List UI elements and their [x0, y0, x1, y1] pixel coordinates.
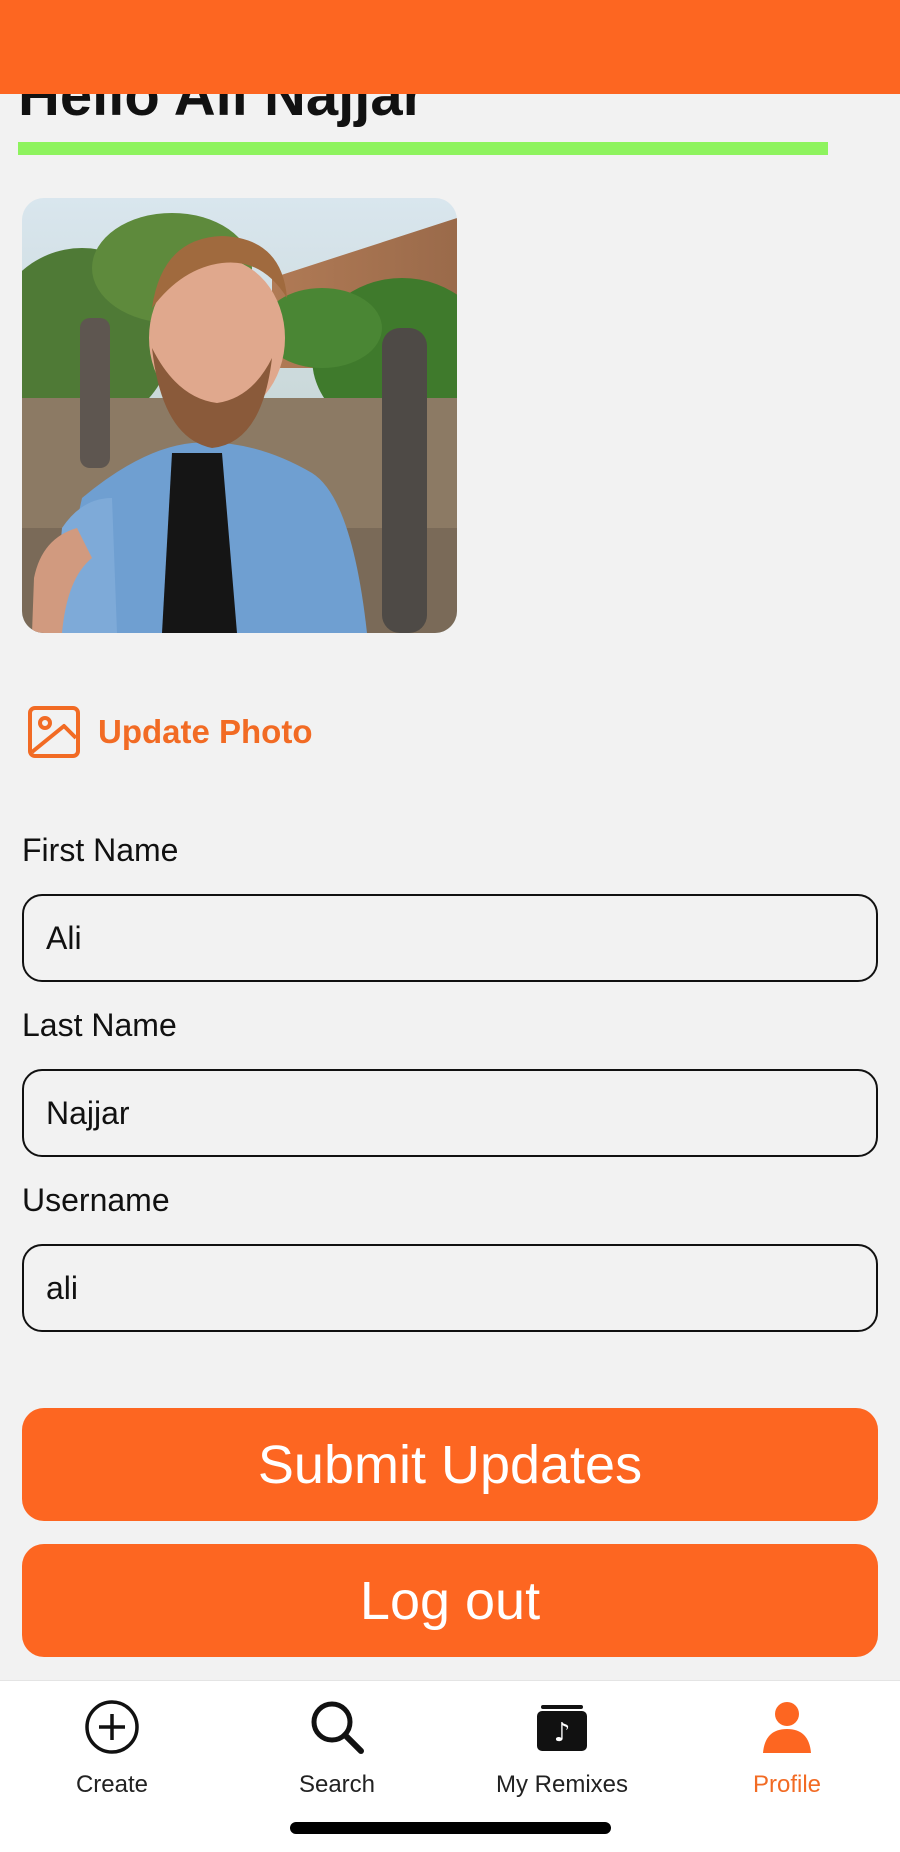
update-photo-button[interactable]: Update Photo [26, 704, 312, 760]
music-box-icon: ♪ [537, 1705, 587, 1751]
first-name-label: First Name [22, 832, 179, 868]
svg-text:♪: ♪ [554, 1718, 571, 1748]
search-icon [311, 1701, 364, 1754]
tab-create[interactable]: Create [22, 1691, 202, 1801]
image-icon [28, 706, 80, 758]
top-bar [0, 0, 900, 94]
tab-profile-label: Profile [752, 1771, 822, 1798]
submit-updates-button[interactable]: Submit Updates [22, 1408, 878, 1521]
tab-profile[interactable]: Profile [697, 1691, 877, 1801]
update-photo-label: Update Photo [98, 713, 313, 750]
progress-bar [18, 142, 828, 155]
progress-fill [18, 142, 828, 155]
first-name-field[interactable] [22, 894, 878, 982]
tab-search-label: Search [298, 1771, 376, 1798]
username-label: Username [22, 1182, 170, 1218]
last-name-field[interactable] [22, 1069, 878, 1157]
tab-create-label: Create [75, 1771, 149, 1798]
tab-my-remixes-label: My Remixes [495, 1771, 628, 1798]
person-icon [763, 1702, 811, 1753]
logout-button[interactable]: Log out [22, 1544, 878, 1657]
username-field[interactable] [22, 1244, 878, 1332]
home-indicator [290, 1822, 611, 1834]
tab-search[interactable]: Search [247, 1691, 427, 1801]
plus-circle-icon [85, 1700, 139, 1754]
profile-photo-image [22, 198, 457, 633]
tab-my-remixes[interactable]: ♪ My Remixes [472, 1691, 652, 1801]
profile-photo [22, 198, 457, 633]
last-name-label: Last Name [22, 1007, 177, 1043]
